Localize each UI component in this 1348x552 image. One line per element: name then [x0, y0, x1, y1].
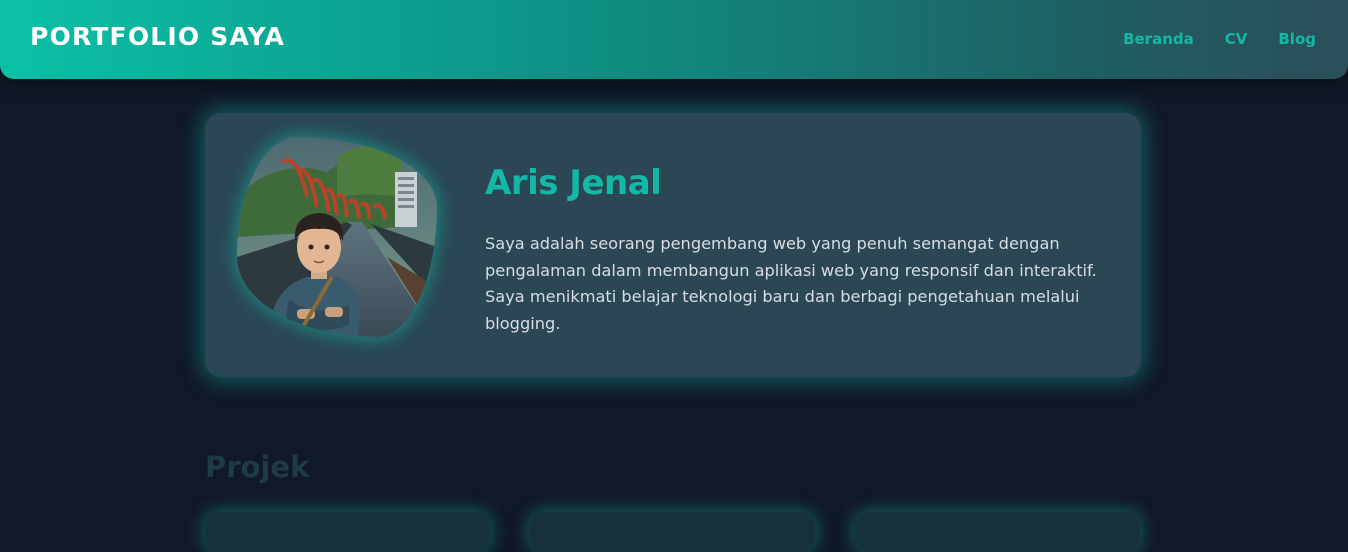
site-brand[interactable]: PORTFOLIO SAYA — [30, 22, 285, 51]
avatar-illustration-icon — [237, 137, 437, 337]
project-card[interactable] — [855, 512, 1140, 552]
nav-link-blog[interactable]: Blog — [1278, 30, 1316, 48]
nav-link-beranda[interactable]: Beranda — [1123, 30, 1194, 48]
navbar: PORTFOLIO SAYA Beranda CV Blog — [0, 0, 1348, 79]
avatar — [237, 137, 437, 337]
project-card[interactable] — [205, 512, 490, 552]
nav-link-cv[interactable]: CV — [1225, 30, 1248, 48]
project-card[interactable] — [530, 512, 815, 552]
profile-card: Aris Jenal Saya adalah seorang pengemban… — [205, 113, 1141, 377]
profile-name: Aris Jenal — [485, 163, 662, 203]
section-title-projects: Projek — [205, 450, 310, 484]
nav-links: Beranda CV Blog — [1123, 30, 1316, 48]
profile-bio: Saya adalah seorang pengembang web yang … — [485, 234, 1097, 333]
